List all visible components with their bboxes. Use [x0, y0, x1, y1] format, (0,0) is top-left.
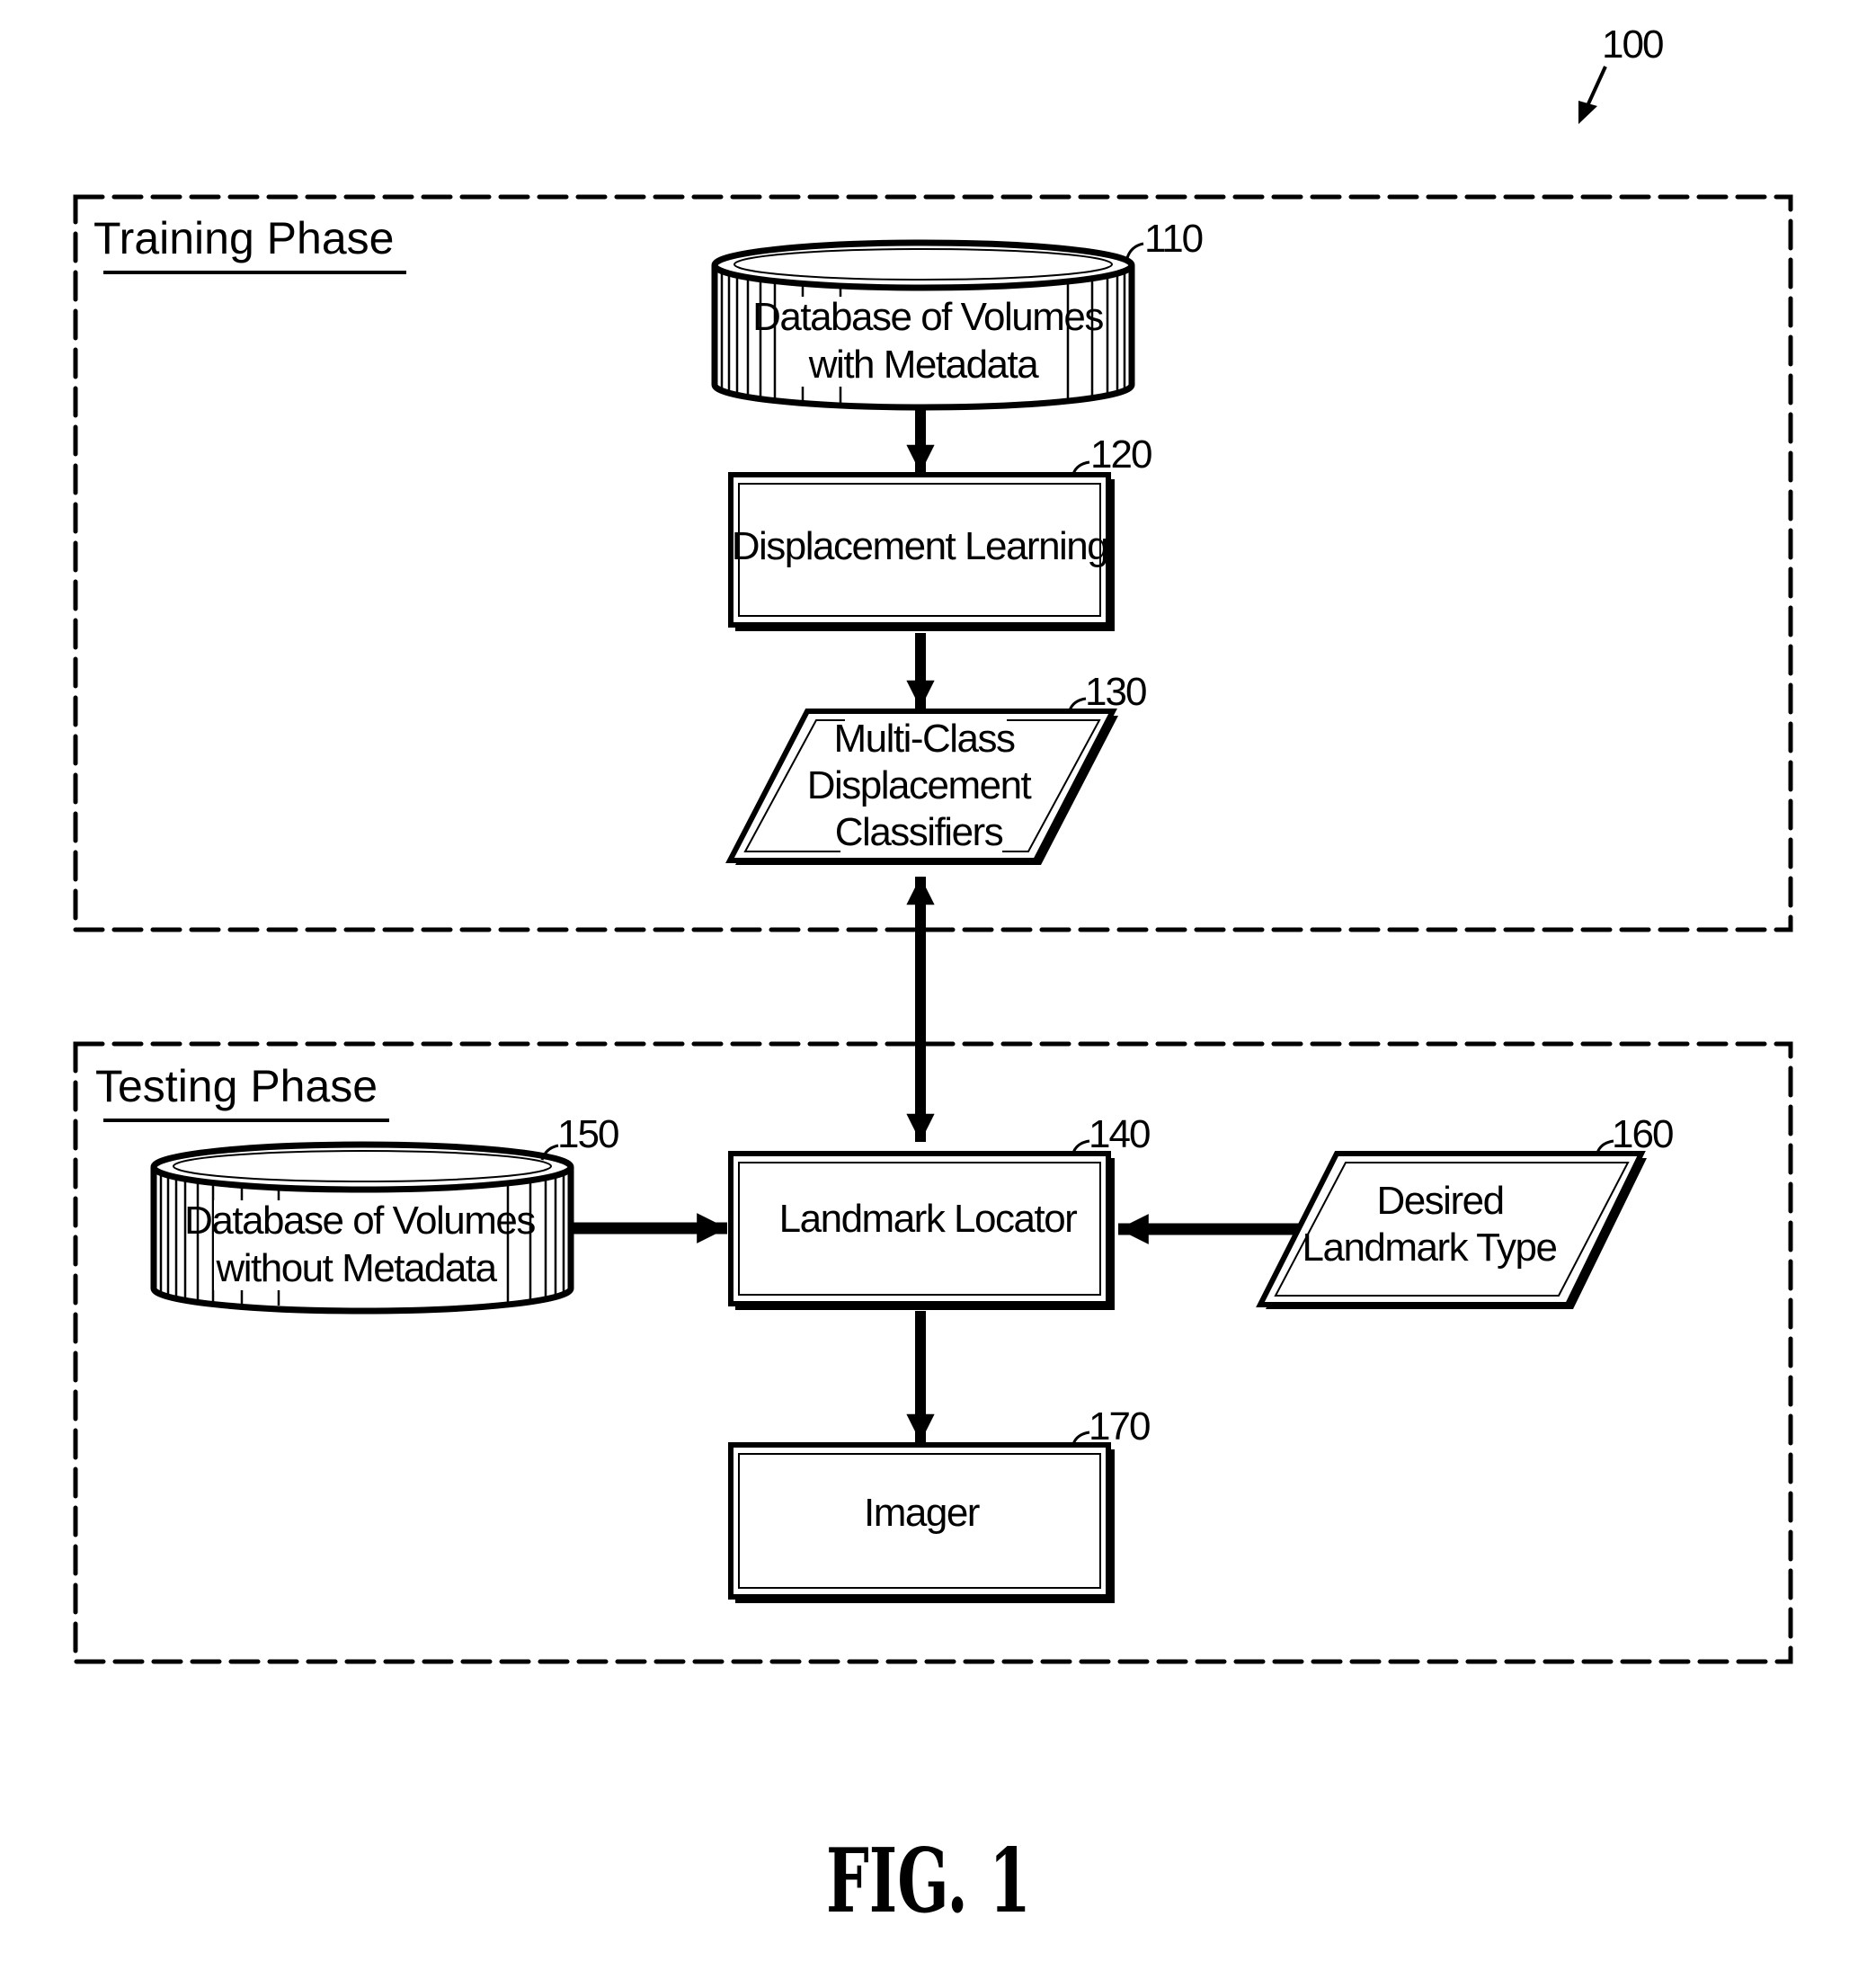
node-120-process: Displacement Learning 120	[728, 432, 1153, 631]
node-120-label: Displacement Learning	[732, 524, 1108, 568]
node-130-ref: 130	[1085, 670, 1146, 714]
figure-caption: FIG. 1	[826, 1830, 1031, 1933]
testing-phase-title: Testing Phase	[95, 1061, 378, 1111]
node-130-line-2: Displacement	[807, 763, 1032, 807]
node-150-database: Database of Volumes without Metadata 150	[150, 1112, 620, 1315]
figure-reference-arrowhead	[1578, 101, 1597, 124]
node-170-process: Imager 170	[728, 1404, 1151, 1603]
node-160-line-1: Desired	[1376, 1179, 1503, 1223]
node-110-line-2: with Metadata	[808, 343, 1039, 387]
figure-reference-arrow	[1584, 66, 1607, 111]
node-160-data: Desired Landmark Type 160	[1256, 1112, 1675, 1309]
node-170-label: Imager	[864, 1491, 980, 1535]
node-130-line-3: Classifiers	[835, 810, 1003, 854]
node-110-line-1: Database of Volumes	[752, 295, 1103, 339]
figure-reference: 100	[1578, 22, 1665, 124]
node-130-data: Multi-Class Displacement Classifiers 130	[725, 670, 1148, 865]
node-130-line-1: Multi-Class	[833, 717, 1015, 761]
node-110-ref: 110	[1144, 217, 1203, 261]
node-150-line-2: without Metadata	[215, 1246, 497, 1290]
node-150-ref: 150	[557, 1112, 618, 1156]
figure-reference-label: 100	[1602, 22, 1663, 67]
flowchart-diagram: 100 Training Phase Testing Phase Databas…	[73, 22, 1793, 1933]
node-140-ref: 140	[1089, 1112, 1150, 1156]
node-160-ref: 160	[1612, 1112, 1673, 1156]
node-170-ref: 170	[1089, 1404, 1150, 1449]
node-150-line-1: Database of Volumes	[184, 1199, 535, 1243]
node-140-process: Landmark Locator 140	[728, 1112, 1151, 1310]
node-140-label: Landmark Locator	[779, 1197, 1077, 1241]
node-120-ref: 120	[1090, 432, 1151, 477]
training-phase-title: Training Phase	[93, 213, 394, 263]
node-110-database: Database of Volumes with Metadata 110	[711, 217, 1205, 411]
node-160-line-2: Landmark Type	[1303, 1226, 1557, 1270]
node-110-leader	[1125, 242, 1144, 259]
